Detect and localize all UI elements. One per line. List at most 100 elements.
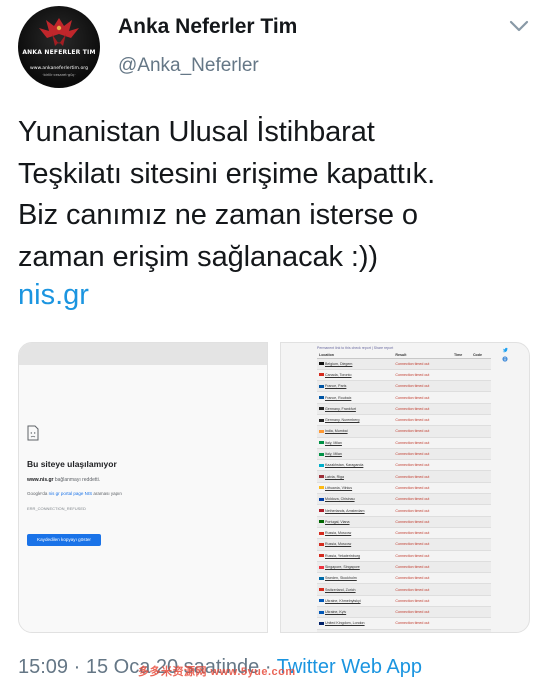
- code-cell: [470, 629, 491, 632]
- table-row: Russia, Moscow Connection timed out: [317, 527, 491, 540]
- location-text: Singapore, Singapore: [325, 564, 360, 569]
- country-flag-icon: [319, 362, 324, 366]
- location-cell[interactable]: Italy, Milan: [317, 437, 394, 449]
- browser-topbar: [19, 343, 267, 365]
- avatar[interactable]: ANKA NEFERLER TIM www.ankaneferlertim.or…: [18, 6, 100, 88]
- time-cell: [451, 391, 471, 404]
- location-cell[interactable]: Italy, Milan: [317, 448, 394, 461]
- location-text: Russia, Yekaterinburg: [325, 553, 360, 558]
- time-cell: [451, 583, 471, 596]
- table-row: Portugal, Viana Connection timed out: [317, 516, 491, 528]
- location-text: Portugal, Viana: [325, 519, 350, 524]
- country-flag-icon: [319, 441, 324, 445]
- time-cell: [451, 617, 471, 630]
- country-flag-icon: [319, 497, 324, 501]
- result-cell: Connection timed out: [393, 516, 452, 528]
- source-app-link[interactable]: Twitter Web App: [277, 656, 422, 678]
- country-flag-icon: [319, 373, 324, 377]
- time-cell: [451, 595, 471, 608]
- tweet-time[interactable]: 15:09: [18, 656, 68, 678]
- table-row: France, Paris Connection timed out: [317, 380, 491, 393]
- user-handle[interactable]: @Anka_Neferler: [118, 55, 259, 77]
- time-cell: [451, 448, 471, 461]
- location-cell[interactable]: Latvia, Riga: [317, 470, 394, 483]
- results-table: Location Result Time Code Belgium, Diege…: [317, 352, 491, 632]
- country-flag-icon: [319, 429, 324, 433]
- location-text: India, Mumbai: [325, 429, 348, 434]
- table-row: Russia, Yekaterinburg Connection timed ou…: [317, 550, 491, 562]
- tweet-link[interactable]: nis.gr: [18, 279, 89, 312]
- code-cell: [470, 561, 491, 574]
- location-cell[interactable]: Netherlands, Amsterdam: [317, 504, 394, 517]
- show-cached-copy-button[interactable]: Kaydedilen kopyayı göster: [27, 534, 101, 546]
- code-cell: [470, 391, 491, 404]
- twitter-bird-icon[interactable]: [502, 347, 508, 353]
- country-flag-icon: [319, 542, 324, 546]
- result-cell: Connection timed out: [393, 504, 452, 517]
- error-page: [19, 365, 267, 632]
- result-cell: Connection timed out: [393, 493, 452, 506]
- display-name[interactable]: Anka Neferler Tim: [118, 15, 297, 39]
- code-cell: [470, 448, 491, 461]
- table-row: Germany, Frankfurt Connection timed out: [317, 403, 491, 415]
- result-cell: Connection timed out: [393, 572, 452, 585]
- location-cell[interactable]: Ukraine, Khmelnytskyi: [317, 595, 394, 608]
- location-cell[interactable]: Moldova, Chisinau: [317, 493, 394, 506]
- table-row: France, Roubaix Connection timed out: [317, 391, 491, 404]
- table-row: Ukraine, Kyiv Connection timed out: [317, 606, 491, 619]
- location-cell[interactable]: Canada, Toronto: [317, 369, 394, 382]
- location-cell[interactable]: Ukraine, Kyiv: [317, 606, 394, 619]
- media-image-check-results[interactable]: Permanent link to this check report | Sh…: [280, 342, 530, 633]
- location-cell[interactable]: Singapore, Singapore: [317, 561, 394, 574]
- location-cell[interactable]: Russia, Moscow: [317, 538, 394, 551]
- error-code: ERR_CONNECTION_REFUSED: [27, 506, 86, 511]
- google-search-link[interactable]: nis gr portal page NIS: [49, 491, 93, 496]
- location-cell[interactable]: Switzerland, Zurich: [317, 583, 394, 596]
- location-cell[interactable]: Russia, Yekaterinburg: [317, 550, 394, 562]
- country-flag-icon: [319, 554, 324, 558]
- location-cell[interactable]: France, Roubaix: [317, 391, 394, 404]
- location-cell[interactable]: Portugal, Viana: [317, 516, 394, 528]
- tweet-line: Teşkilatı sitesini erişime kapattık.: [18, 157, 436, 190]
- code-cell: [470, 516, 491, 528]
- time-cell: [451, 380, 471, 393]
- info-icon[interactable]: [502, 356, 508, 362]
- error-suggestion: Google'da nis gr portal page NIS araması…: [27, 491, 122, 496]
- location-text: Canada, Toronto: [325, 372, 352, 377]
- location-cell[interactable]: Germany, Nuremberg: [317, 414, 394, 427]
- table-row: Kazakhstan, Karaganda Connection timed ou…: [317, 459, 491, 472]
- table-row: Italy, Milan Connection timed out: [317, 448, 491, 461]
- chevron-down-icon[interactable]: [508, 18, 530, 34]
- result-cell: Connection timed out: [393, 369, 452, 382]
- code-cell: [470, 459, 491, 472]
- location-cell[interactable]: Germany, Frankfurt: [317, 403, 394, 415]
- location-cell[interactable]: Sweden, Stockholm: [317, 572, 394, 585]
- result-cell: Connection timed out: [393, 561, 452, 574]
- media-image-error-page[interactable]: Bu siteye ulaşılamıyor www.nis.gr bağlan…: [18, 342, 268, 633]
- location-text: Russia, Moscow: [325, 542, 352, 547]
- location-text: Ukraine, Khmelnytskyi: [325, 598, 361, 603]
- location-cell[interactable]: France, Paris: [317, 380, 394, 393]
- time-cell: [451, 572, 471, 585]
- location-text: Switzerland, Zurich: [325, 587, 356, 592]
- avatar-name: ANKA NEFERLER TIM: [22, 49, 96, 56]
- location-text: Russia, Moscow: [325, 531, 352, 536]
- error-suggestion-suffix: araması yapın: [92, 491, 122, 496]
- results-note: Permanent link to this check report | Sh…: [317, 346, 394, 350]
- location-cell[interactable]: Kazakhstan, Karaganda: [317, 459, 394, 472]
- time-cell: [451, 482, 471, 495]
- location-text: Netherlands, Amsterdam: [325, 508, 365, 513]
- location-cell[interactable]: Lithuania, Vilnius: [317, 482, 394, 495]
- table-row: USA, DallasConnection timed out: [317, 629, 491, 632]
- avatar-motto: ·birlik·cesaret·güç·: [42, 73, 76, 77]
- location-cell[interactable]: Russia, Moscow: [317, 527, 394, 540]
- location-cell[interactable]: Belgium, Diegem: [317, 358, 394, 370]
- result-cell: Connection timed out: [393, 358, 452, 370]
- time-cell: [451, 470, 471, 483]
- location-cell[interactable]: United Kingdom, London: [317, 617, 394, 630]
- location-cell[interactable]: USA, Dallas: [317, 629, 394, 632]
- code-cell: [470, 369, 491, 382]
- location-cell[interactable]: India, Mumbai: [317, 425, 394, 438]
- result-cell: Connection timed out: [393, 629, 452, 632]
- time-cell: [451, 550, 471, 562]
